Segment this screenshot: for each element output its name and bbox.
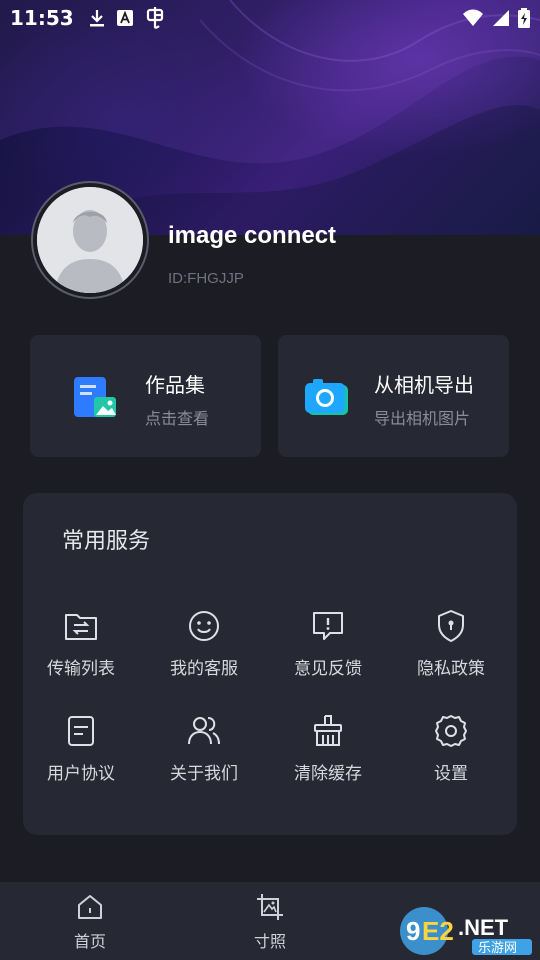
- portfolio-card[interactable]: 作品集 点击查看: [30, 335, 261, 457]
- nav-home[interactable]: 首页: [45, 892, 135, 952]
- status-time: 11:53: [10, 6, 74, 30]
- service-label: 设置: [434, 764, 468, 784]
- default-avatar-icon: [37, 187, 143, 293]
- card-subtitle: 导出相机图片: [374, 409, 471, 428]
- svg-text:.NET: .NET: [458, 915, 509, 940]
- service-about-us[interactable]: 关于我们: [149, 713, 259, 793]
- app-bug-icon: [146, 7, 163, 29]
- users-icon: [188, 717, 220, 745]
- card-title: 作品集: [145, 373, 205, 397]
- avatar[interactable]: [31, 181, 149, 299]
- svg-text:9: 9: [406, 916, 420, 946]
- photo-crop-icon: [257, 894, 283, 920]
- avatar-image: [37, 187, 143, 293]
- nav-label: 首页: [73, 932, 106, 951]
- nav-label: 寸照: [253, 932, 286, 951]
- feedback-icon: [313, 612, 343, 640]
- card-title: 从相机导出: [374, 373, 474, 397]
- folder-transfer-icon: [65, 614, 97, 640]
- camera-icon: [305, 379, 348, 415]
- battery-icon: [518, 8, 530, 28]
- service-user-agreement[interactable]: 用户协议: [26, 713, 136, 793]
- card-subtitle: 点击查看: [145, 409, 210, 428]
- shield-lock-icon: [438, 610, 464, 642]
- user-id: ID:FHGJJP: [168, 270, 244, 287]
- services-panel: 常用服务 传输列表 我的客服 意见反馈 隐私政策 用户协议 关于我们 清除缓存 …: [23, 493, 517, 835]
- service-privacy-policy[interactable]: 隐私政策: [396, 608, 506, 688]
- service-label: 隐私政策: [417, 659, 485, 679]
- smiley-icon: [189, 611, 219, 641]
- gear-icon: [435, 715, 467, 747]
- services-heading: 常用服务: [62, 529, 151, 554]
- nav-id-photo[interactable]: 寸照: [225, 892, 315, 952]
- document-icon: [68, 716, 94, 746]
- username: image connect: [168, 222, 337, 249]
- wifi-icon: [463, 9, 483, 26]
- service-label: 传输列表: [47, 659, 115, 679]
- service-label: 意见反馈: [294, 659, 362, 679]
- svg-text:乐游网: 乐游网: [478, 941, 517, 956]
- service-feedback[interactable]: 意见反馈: [273, 608, 383, 688]
- service-label: 清除缓存: [294, 764, 362, 784]
- signal-icon: [493, 10, 509, 26]
- service-transfer-list[interactable]: 传输列表: [26, 608, 136, 688]
- service-label: 用户协议: [47, 764, 115, 784]
- service-label: 我的客服: [170, 659, 238, 679]
- broom-icon: [314, 715, 342, 746]
- home-icon: [78, 895, 102, 919]
- download-icon: [89, 10, 104, 27]
- app-a-icon: [116, 10, 133, 26]
- gallery-icon: [74, 377, 116, 417]
- service-clear-cache[interactable]: 清除缓存: [273, 713, 383, 793]
- site-watermark-logo: 9 E2 .NET 乐游网: [400, 907, 532, 956]
- service-settings[interactable]: 设置: [396, 713, 506, 793]
- status-bar: 11:53: [0, 0, 540, 36]
- svg-text:E2: E2: [422, 916, 454, 946]
- service-customer-support[interactable]: 我的客服: [149, 608, 259, 688]
- service-label: 关于我们: [170, 764, 238, 784]
- camera-export-card[interactable]: 从相机导出 导出相机图片: [278, 335, 509, 457]
